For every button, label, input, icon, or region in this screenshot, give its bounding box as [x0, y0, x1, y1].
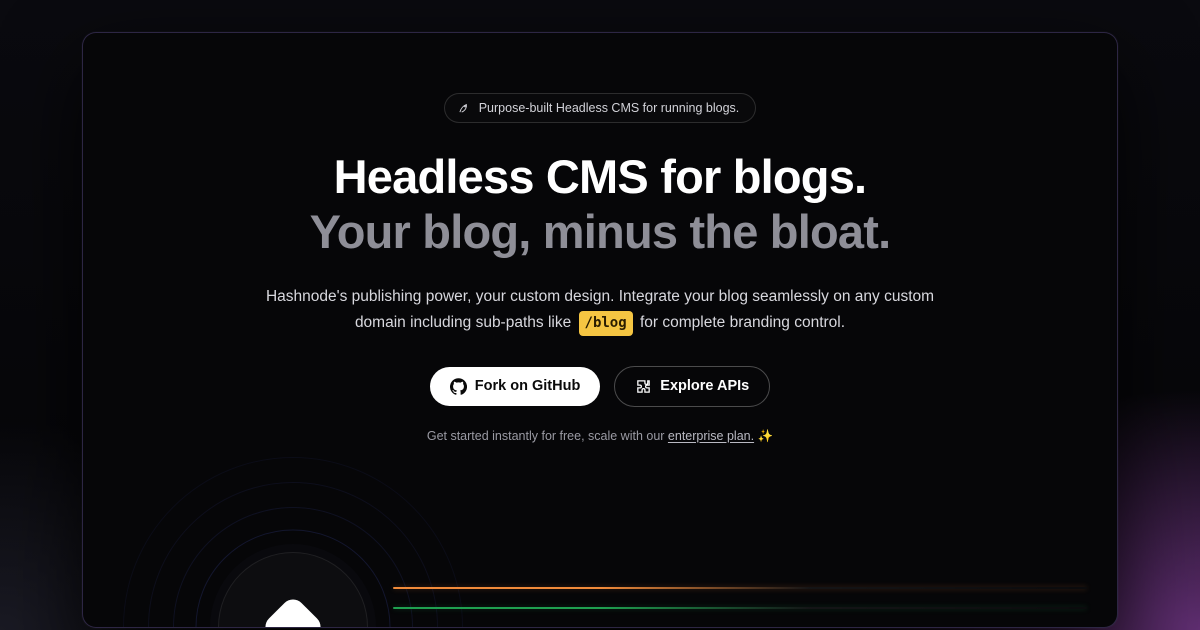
hero-window: Purpose-built Headless CMS for running b…: [82, 32, 1118, 628]
hero-content: Purpose-built Headless CMS for running b…: [83, 33, 1117, 627]
cta-row: Fork on GitHub Explore APIs: [430, 366, 770, 407]
connection-lines: [393, 587, 1087, 609]
tagline-badge: Purpose-built Headless CMS for running b…: [444, 93, 757, 123]
hero-desc-post: for complete branding control.: [636, 314, 845, 331]
explore-apis-button[interactable]: Explore APIs: [614, 366, 770, 407]
enterprise-plan-link[interactable]: enterprise plan.: [668, 429, 754, 443]
tagline-text: Purpose-built Headless CMS for running b…: [479, 101, 740, 115]
hero-title: Headless CMS for blogs.: [334, 151, 867, 204]
explore-apis-label: Explore APIs: [660, 378, 749, 394]
hero-description: Hashnode's publishing power, your custom…: [250, 284, 950, 336]
code-path-chip: /blog: [579, 311, 633, 336]
fork-github-label: Fork on GitHub: [475, 378, 581, 394]
footnote-pre: Get started instantly for free, scale wi…: [427, 429, 668, 443]
hero-subtitle: Your blog, minus the bloat.: [310, 206, 891, 259]
github-icon: [450, 378, 467, 395]
fork-github-button[interactable]: Fork on GitHub: [430, 367, 601, 406]
footnote-post: ✨: [754, 429, 773, 443]
footnote: Get started instantly for free, scale wi…: [427, 429, 773, 444]
connection-line: [393, 587, 1087, 589]
puzzle-icon: [635, 378, 652, 395]
rocket-icon: [457, 101, 471, 115]
hashnode-logo-icon: [260, 594, 325, 628]
connection-line: [393, 607, 1087, 609]
